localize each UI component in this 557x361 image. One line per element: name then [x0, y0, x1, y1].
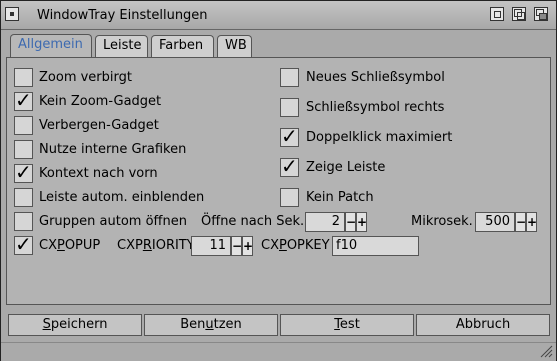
seconds-decrement-button[interactable]: −	[345, 212, 356, 232]
test-button[interactable]: Test	[280, 314, 414, 336]
use-button[interactable]: Benutzen	[144, 314, 278, 336]
kein-zoom-gadget-checkbox[interactable]: ✓	[14, 88, 33, 112]
zoom-verbirgt-label: Zoom verbirgt	[39, 70, 132, 85]
microseconds-increment-button[interactable]: +	[526, 212, 537, 232]
kein-patch-label: Kein Patch	[306, 190, 374, 205]
checkmark-icon: ✓	[281, 154, 298, 178]
cxpriority-label: CXPRIORITY	[117, 238, 195, 253]
leiste-einblenden-checkbox[interactable]	[14, 188, 33, 207]
leiste-einblenden-label: Leiste autom. einblenden	[39, 190, 205, 205]
kontext-nach-vorn-label: Kontext nach vorn	[39, 166, 158, 181]
checkmark-icon: ✓	[15, 88, 32, 112]
depth-icon[interactable]	[534, 7, 548, 21]
seconds-field[interactable]: 2	[305, 212, 345, 232]
neues-schliesssymbol-checkbox[interactable]	[280, 68, 299, 87]
checkmark-icon: ✓	[15, 160, 32, 184]
priority-field[interactable]: 11	[191, 236, 231, 256]
kontext-nach-vorn-checkbox[interactable]: ✓	[14, 160, 33, 184]
cancel-button[interactable]: Abbruch	[416, 314, 550, 336]
gruppen-oeffnen-label: Gruppen autom öffnen	[39, 214, 187, 229]
preferences-window: WindowTray Einstellungen Allgemein Leist…	[0, 0, 557, 361]
verbergen-gadget-checkbox[interactable]	[14, 116, 33, 135]
general-settings-panel: Zoom verbirgt ✓ Kein Zoom-Gadget Verberg…	[6, 57, 551, 305]
priority-decrement-button[interactable]: −	[231, 236, 242, 256]
zeige-leiste-checkbox[interactable]: ✓	[280, 154, 299, 178]
checkmark-icon: ✓	[15, 232, 32, 256]
save-button[interactable]: Speichern	[8, 314, 142, 336]
zoom-verbirgt-checkbox[interactable]	[14, 68, 33, 87]
interne-grafiken-label: Nutze interne Grafiken	[39, 142, 187, 157]
neues-schliesssymbol-label: Neues Schließsymbol	[306, 70, 445, 85]
interne-grafiken-checkbox[interactable]	[14, 140, 33, 159]
kein-zoom-gadget-label: Kein Zoom-Gadget	[39, 94, 162, 109]
title-bar[interactable]: WindowTray Einstellungen	[1, 1, 556, 30]
zoom-icon[interactable]	[512, 7, 526, 21]
window-bottom-border	[1, 342, 556, 361]
schliesssymbol-rechts-checkbox[interactable]	[280, 98, 299, 117]
seconds-increment-button[interactable]: +	[356, 212, 367, 232]
tab-leiste[interactable]: Leiste	[95, 35, 148, 57]
oeffne-nach-sek-label: Öffne nach Sek.	[201, 214, 305, 229]
microseconds-field[interactable]: 500	[475, 212, 515, 232]
doppelklick-maximiert-label: Doppelklick maximiert	[306, 130, 453, 145]
microseconds-decrement-button[interactable]: −	[515, 212, 526, 232]
checkmark-icon: ✓	[281, 124, 298, 148]
cxpopkey-label: CXPOPKEY	[261, 238, 330, 253]
priority-increment-button[interactable]: +	[242, 236, 253, 256]
mikrosek-label: Mikrosek.	[411, 214, 473, 229]
popkey-input[interactable]: f10	[332, 236, 419, 256]
close-icon[interactable]	[5, 7, 19, 21]
zeige-leiste-label: Zeige Leiste	[306, 160, 386, 175]
schliesssymbol-rechts-label: Schließsymbol rechts	[306, 100, 445, 115]
cxpopup-checkbox[interactable]: ✓	[14, 232, 33, 256]
resize-grip-icon[interactable]	[539, 344, 553, 358]
window-title: WindowTray Einstellungen	[37, 8, 208, 23]
tab-farben[interactable]: Farben	[151, 35, 214, 57]
gruppen-oeffnen-checkbox[interactable]	[14, 212, 33, 231]
verbergen-gadget-label: Verbergen-Gadget	[39, 118, 159, 133]
kein-patch-checkbox[interactable]	[280, 188, 299, 207]
cxpopup-label: CXPOPUP	[39, 238, 101, 253]
doppelklick-maximiert-checkbox[interactable]: ✓	[280, 124, 299, 148]
tab-wb[interactable]: WB	[217, 35, 252, 57]
tab-allgemein[interactable]: Allgemein	[10, 34, 92, 58]
iconify-icon[interactable]	[490, 7, 504, 21]
